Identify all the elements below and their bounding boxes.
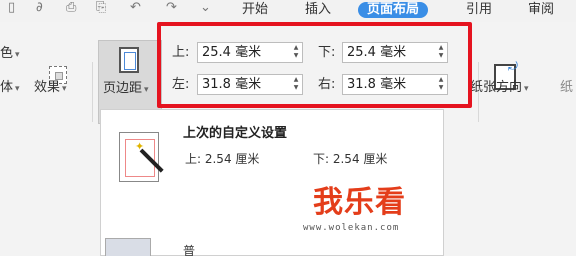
margins-label: 页边距 [103, 81, 143, 96]
save-icon[interactable]: ▯ [8, 1, 15, 15]
rotate-arrow-icon: ⤾ [508, 59, 518, 73]
theme-color-button[interactable]: 色 ▾ [0, 46, 20, 63]
tab-page-layout[interactable]: 页面布局 [358, 2, 429, 18]
margins-dropdown-menu: ✦ 上次的自定义设置 上: 2.54 厘米 下: 2.54 厘米 普 [100, 109, 444, 256]
tab-references[interactable]: 引用 [466, 2, 492, 18]
last-custom-setting-title[interactable]: 上次的自定义设置 [183, 122, 287, 141]
normal-margins-thumbnail[interactable] [105, 238, 151, 256]
tab-home[interactable]: 开始 [242, 2, 268, 18]
export-icon[interactable]: ⎘ [96, 1, 106, 15]
caret-down-icon: ▾ [144, 85, 149, 95]
theme-font-button[interactable]: 体 ▾ [0, 80, 20, 97]
watermark-url: www.wolekan.com [303, 223, 400, 233]
page-margins-icon [119, 47, 139, 73]
ribbon-tab-bar: ▯ ∂ ⎙ ⎘ ↶ ↷ ⌄ 开始 插入 页面布局 引用 审阅 [0, 0, 576, 22]
next-ribbon-item-partial[interactable]: 纸 [560, 80, 573, 96]
dropdown-chevron-icon[interactable]: ⌄ [200, 1, 211, 15]
tab-review[interactable]: 审阅 [528, 2, 554, 18]
effects-button[interactable]: 效果 ▾ [34, 80, 67, 97]
theme-font-label: 体 [0, 80, 14, 95]
highlight-annotation [157, 22, 472, 108]
orientation-label: 纸张方向 [470, 80, 523, 95]
last-bottom-margin-text: 下: 2.54 厘米 [313, 152, 388, 166]
caret-down-icon: ▾ [524, 84, 529, 94]
redo-icon[interactable]: ↷ [166, 1, 177, 15]
caret-down-icon: ▾ [62, 84, 67, 94]
orientation-button[interactable]: 纸张方向 ▾ [470, 80, 529, 97]
caret-down-icon: ▾ [15, 84, 20, 94]
caret-down-icon: ▾ [15, 50, 20, 60]
margins-label-wrap: 页边距 ▾ [103, 81, 149, 98]
link-icon[interactable]: ∂ [36, 1, 43, 15]
tab-insert[interactable]: 插入 [305, 2, 331, 18]
last-top-margin-text: 上: 2.54 厘米 [185, 152, 260, 166]
theme-color-label: 色 [0, 46, 14, 61]
next-preset-label-partial[interactable]: 普 [183, 242, 195, 256]
ribbon-divider [92, 62, 93, 122]
watermark-logo: 我乐看 [313, 185, 406, 220]
effects-label: 效果 [34, 80, 61, 95]
print-icon[interactable]: ⎙ [66, 1, 76, 15]
undo-icon[interactable]: ↶ [130, 1, 141, 15]
